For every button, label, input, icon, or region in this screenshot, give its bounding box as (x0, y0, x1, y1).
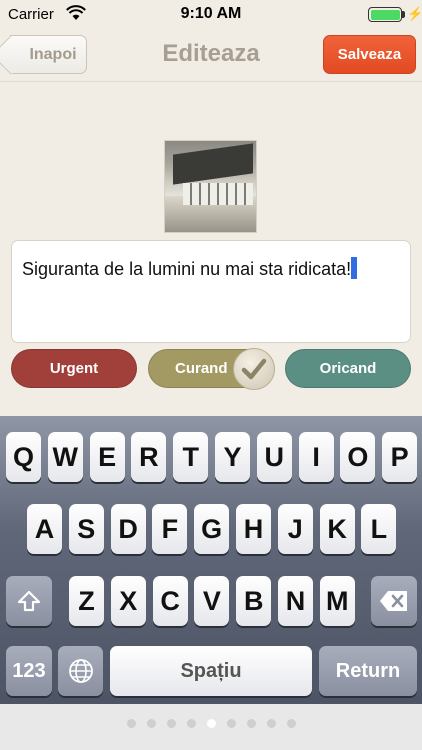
key-y[interactable]: Y (215, 432, 250, 482)
delete-icon (380, 591, 407, 611)
key-g[interactable]: G (194, 504, 230, 554)
key-c[interactable]: C (152, 576, 188, 626)
page-dot[interactable] (166, 719, 176, 728)
page-dot[interactable] (126, 719, 136, 728)
priority-urgent-button[interactable]: Urgent (11, 349, 137, 388)
globe-key[interactable] (58, 646, 103, 696)
text-cursor (351, 257, 358, 279)
battery-icon (368, 7, 402, 22)
key-q[interactable]: Q (6, 432, 41, 482)
page-dot[interactable] (186, 719, 196, 728)
clock: 9:10 AM (180, 5, 242, 22)
key-n[interactable]: N (278, 576, 313, 626)
key-k[interactable]: K (319, 504, 355, 554)
navigation-bar: Inapoi Editeaza Salveaza (0, 30, 422, 82)
page-dot[interactable] (286, 719, 296, 728)
key-b[interactable]: B (236, 576, 272, 626)
key-d[interactable]: D (110, 504, 146, 554)
key-h[interactable]: H (236, 504, 271, 554)
priority-urgent-label: Urgent (49, 360, 99, 377)
key-v[interactable]: V (194, 576, 230, 626)
page-dot[interactable] (146, 719, 156, 728)
page-dot[interactable] (266, 719, 276, 728)
battery-cap (402, 11, 405, 18)
space-key[interactable]: Spațiu (110, 646, 312, 696)
key-z[interactable]: Z (69, 576, 104, 626)
key-m[interactable]: M (319, 576, 355, 626)
note-text: Siguranta de la lumini nu mai sta ridica… (22, 259, 347, 279)
key-p[interactable]: P (382, 432, 418, 482)
shift-icon (17, 590, 41, 612)
shift-key[interactable] (6, 576, 52, 626)
status-bar: Carrier 9:10 AM ⚡ (0, 0, 422, 30)
key-s[interactable]: S (68, 504, 104, 554)
photo-thumbnail[interactable] (164, 140, 257, 233)
note-text-area[interactable]: Siguranta de la lumini nu mai sta ridica… (11, 240, 411, 343)
key-i[interactable]: I (298, 432, 334, 482)
key-x[interactable]: X (110, 576, 146, 626)
delete-key[interactable] (371, 576, 417, 626)
page-dot[interactable] (246, 719, 256, 728)
key-l[interactable]: L (361, 504, 397, 554)
globe-icon (68, 659, 93, 683)
key-t[interactable]: T (173, 432, 209, 482)
key-f[interactable]: F (152, 504, 188, 554)
key-e[interactable]: E (89, 432, 125, 482)
priority-curand-button[interactable]: Curand (148, 348, 275, 390)
checkmark-icon (233, 348, 275, 390)
charging-bolt-icon: ⚡ (407, 6, 422, 21)
key-w[interactable]: W (47, 432, 83, 482)
key-r[interactable]: R (131, 432, 167, 482)
key-a[interactable]: A (27, 504, 62, 554)
priority-oricand-label: Oricand (319, 360, 377, 377)
return-key[interactable]: Return (319, 646, 417, 696)
priority-curand-label: Curand (175, 360, 228, 377)
numbers-key[interactable]: 123 (6, 646, 52, 696)
photo-detail-panel (173, 143, 253, 185)
key-o[interactable]: O (340, 432, 376, 482)
page-dot[interactable] (226, 719, 236, 728)
page-dot[interactable] (206, 719, 216, 728)
page-indicator (0, 719, 422, 728)
priority-oricand-button[interactable]: Oricand (285, 349, 411, 388)
photo-detail-breakers (183, 183, 253, 205)
key-u[interactable]: U (256, 432, 292, 482)
key-j[interactable]: J (277, 504, 313, 554)
save-button[interactable]: Salveaza (323, 35, 416, 74)
